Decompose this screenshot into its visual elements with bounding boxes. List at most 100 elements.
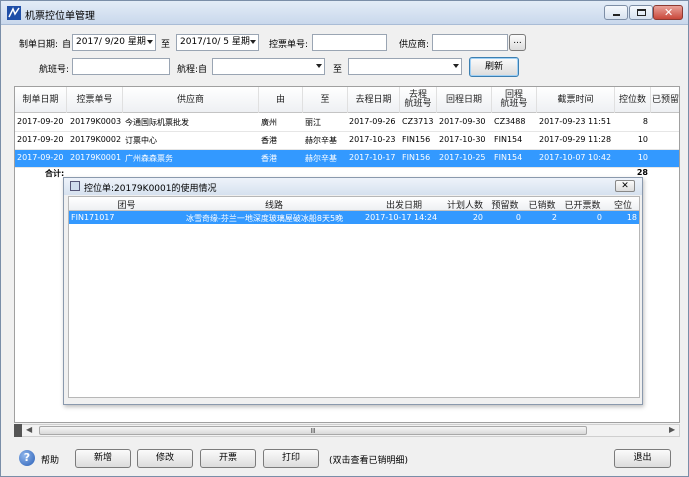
col-vacant[interactable]: 空位 [605, 198, 639, 211]
route-to-label: 至 [333, 65, 343, 75]
cell-seats: 8 [642, 117, 648, 126]
usage-grid-header: 团号 线路 出发日期 计划人数 预留数 已销数 已开票数 空位 [69, 197, 639, 211]
col-planned[interactable]: 计划人数 [444, 198, 486, 211]
route-to-select[interactable] [348, 58, 462, 75]
maximize-icon [637, 9, 646, 16]
cell-to: 丽江 [305, 118, 321, 127]
cell-seats: 10 [637, 153, 648, 162]
help-icon[interactable]: ? [19, 450, 35, 466]
chevron-down-icon [453, 64, 459, 68]
col-ticket-no[interactable]: 控票单号 [67, 87, 123, 113]
to-label: 至 [161, 40, 171, 50]
usage-popup: 控位单:20179K0001的使用情况 ✕ 团号 线路 出发日期 计划人数 预留… [63, 177, 643, 405]
col-ticketed[interactable]: 已开票数 [560, 198, 605, 211]
main-window: 机票控位单管理 ✕ 制单日期: 自 2017/ 9/20 星期 至 2017/1… [0, 0, 689, 477]
popup-close-button[interactable]: ✕ [615, 180, 635, 192]
table-row-selected[interactable]: 2017-09-20 20179K0001 广州森森票务 香港 赫尔辛基 201… [15, 150, 679, 168]
chevron-down-icon [147, 40, 153, 44]
col-seats[interactable]: 控位数 [615, 87, 651, 113]
scroll-edge-marker [14, 424, 22, 437]
col-sold[interactable]: 已销数 [524, 198, 560, 211]
cell-vacant: 18 [626, 213, 637, 222]
scroll-thumb-grip: Ⅲ [310, 427, 316, 435]
col-out-date[interactable]: 去程日期 [348, 87, 400, 113]
col-group[interactable]: 团号 [69, 198, 184, 211]
supplier-label: 供应商: [399, 40, 430, 50]
close-icon: ✕ [664, 6, 674, 19]
cell-cutoff: 2017-10-07 10:42 [539, 153, 612, 162]
cell-supplier: 广州森森票务 [125, 154, 173, 163]
col-reserved[interactable]: 已预留 [651, 87, 679, 113]
help-label[interactable]: 帮助 [41, 453, 59, 466]
chevron-down-icon [250, 40, 256, 44]
cell-out-flight: FIN156 [402, 135, 431, 144]
col-out-flight[interactable]: 去程 航班号 [400, 87, 437, 113]
cell-out-date: 2017-09-26 [349, 117, 396, 126]
cell-sold: 2 [551, 213, 557, 222]
col-to[interactable]: 至 [303, 87, 348, 113]
print-button[interactable]: 打印 [263, 449, 319, 468]
cell-out-flight: CZ3713 [402, 117, 434, 126]
minimize-button[interactable] [604, 5, 628, 20]
scroll-thumb[interactable]: Ⅲ [39, 426, 587, 435]
title-bar: 机票控位单管理 ✕ [1, 1, 688, 25]
cell-from: 香港 [261, 154, 277, 163]
from-label: 自 [62, 40, 72, 50]
supplier-browse-button[interactable]: ... [509, 34, 526, 51]
date-from-picker[interactable]: 2017/ 9/20 星期 [72, 34, 156, 51]
cell-reserved: 0 [515, 213, 521, 222]
cell-no: 20179K0001 [70, 153, 122, 162]
cell-no: 20179K0003 [70, 117, 122, 126]
col-create-date[interactable]: 制单日期 [15, 87, 67, 113]
flight-no-input[interactable] [72, 58, 170, 75]
col-back-date[interactable]: 回程日期 [437, 87, 492, 113]
ticket-no-input[interactable] [312, 34, 387, 51]
exit-button[interactable]: 退出 [614, 449, 671, 468]
cell-planned: 20 [472, 213, 483, 222]
cell-group: FIN171017 [71, 213, 115, 222]
refresh-button[interactable]: 刷新 [469, 57, 519, 77]
close-button[interactable]: ✕ [653, 5, 683, 20]
date-from-value: 2017/ 9/20 星期 [76, 37, 146, 47]
window-title: 机票控位单管理 [25, 11, 95, 22]
cell-back-flight: CZ3488 [494, 117, 526, 126]
col-reserved[interactable]: 预留数 [486, 198, 524, 211]
cell-back-date: 2017-09-30 [439, 117, 486, 126]
cell-back-date: 2017-10-25 [439, 153, 486, 162]
scroll-left-icon[interactable]: ◀ [26, 425, 32, 434]
route-from-select[interactable] [212, 58, 325, 75]
cell-to: 赫尔辛基 [305, 136, 337, 145]
add-button[interactable]: 新增 [75, 449, 131, 468]
usage-grid[interactable]: 团号 线路 出发日期 计划人数 预留数 已销数 已开票数 空位 FIN17101… [68, 196, 640, 398]
cell-out-date: 2017-10-23 [349, 135, 396, 144]
total-label: 合计: [45, 169, 65, 178]
minimize-icon [613, 14, 620, 16]
hint-text: (双击查看已销明细) [329, 456, 409, 466]
grid-header: 制单日期 控票单号 供应商 由 至 去程日期 去程 航班号 回程日期 回程 航班… [15, 87, 679, 113]
scroll-right-icon[interactable]: ▶ [669, 425, 675, 434]
cell-back-flight: FIN154 [494, 135, 523, 144]
usage-row[interactable]: FIN171017 冰雪奇缘-芬兰一地深度玻璃屋破冰船8天5晚 2017-10-… [69, 211, 639, 224]
issue-ticket-button[interactable]: 开票 [200, 449, 256, 468]
cell-out-date: 2017-10-17 [349, 153, 396, 162]
cell-back-date: 2017-10-30 [439, 135, 486, 144]
col-from[interactable]: 由 [259, 87, 303, 113]
cell-date: 2017-09-20 [17, 153, 64, 162]
popup-title-bar: 控位单:20179K0001的使用情况 ✕ [64, 178, 642, 195]
cell-from: 廣州 [261, 118, 277, 127]
date-to-picker[interactable]: 2017/10/ 5 星期 [176, 34, 259, 51]
maximize-button[interactable] [629, 5, 653, 20]
supplier-input[interactable] [432, 34, 508, 51]
close-icon: ✕ [621, 181, 629, 191]
col-supplier[interactable]: 供应商 [123, 87, 259, 113]
col-route[interactable]: 线路 [184, 198, 364, 211]
col-depart[interactable]: 出发日期 [364, 198, 444, 211]
col-back-flight[interactable]: 回程 航班号 [492, 87, 537, 113]
col-cutoff[interactable]: 截票时间 [537, 87, 615, 113]
table-row[interactable]: 2017-09-20 20179K0002 订票中心 香港 赫尔辛基 2017-… [15, 132, 679, 150]
cell-out-flight: FIN156 [402, 153, 431, 162]
edit-button[interactable]: 修改 [137, 449, 193, 468]
table-row[interactable]: 2017-09-20 20179K0003 今通国际机票批发 廣州 丽江 201… [15, 114, 679, 132]
horizontal-scrollbar[interactable]: ◀ Ⅲ ▶ [14, 424, 680, 437]
popup-window-icon [70, 181, 80, 191]
